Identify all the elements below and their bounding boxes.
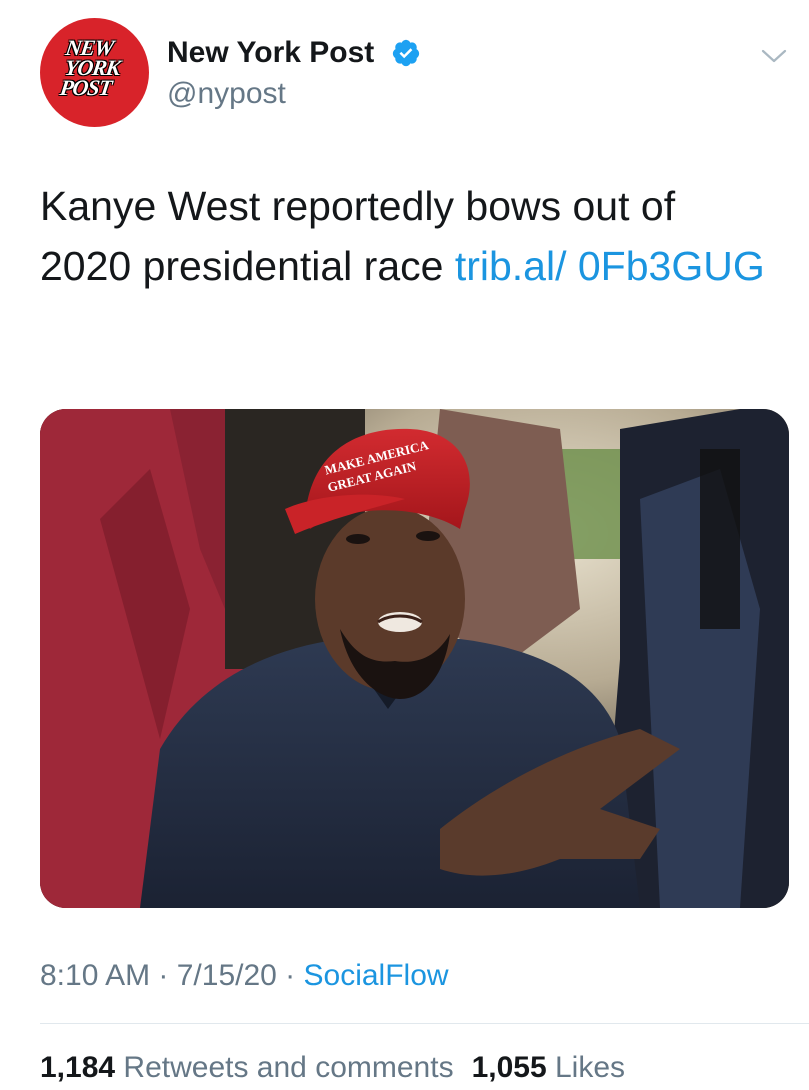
display-name[interactable]: New York Post (167, 35, 374, 71)
retweets-label: Retweets and comments (123, 1051, 454, 1084)
tweet-date[interactable]: 7/15/20 (177, 959, 277, 992)
tweet-photo[interactable]: MAKE AMERICA GREAT AGAIN (40, 409, 789, 908)
account-handle[interactable]: @nypost (167, 76, 286, 112)
retweets-count: 1,184 (40, 1051, 116, 1084)
meta-separator: · (276, 959, 304, 992)
new-york-post-logo: NEW YORK POST (58, 35, 122, 100)
tweet-metadata: 8:10 AM · 7/15/20 · SocialFlow (40, 958, 449, 994)
meta-separator: · (150, 959, 177, 992)
retweets-stat[interactable]: 1,184 Retweets and comments (40, 1051, 454, 1084)
chevron-down-icon[interactable] (760, 46, 788, 66)
verified-badge-icon (392, 39, 420, 67)
likes-count: 1,055 (471, 1051, 547, 1084)
tweet-time[interactable]: 8:10 AM (40, 959, 150, 992)
kanye-west-photo: MAKE AMERICA GREAT AGAIN (40, 409, 789, 908)
tweet-link[interactable]: trib.al/ 0Fb3GUG (455, 243, 765, 289)
avatar[interactable]: NEW YORK POST (40, 18, 149, 127)
tweet-stats: 1,184 Retweets and comments 1,055 Likes (40, 1050, 625, 1086)
divider (40, 1023, 809, 1024)
likes-label: Likes (555, 1051, 626, 1084)
tweet-source-link[interactable]: SocialFlow (304, 959, 449, 992)
likes-stat[interactable]: 1,055 Likes (472, 1051, 625, 1084)
tweet-header: NEW YORK POST New York Post @nypost (38, 18, 798, 130)
tweet-text: Kanye West reportedly bows out of 2020 p… (40, 176, 770, 296)
